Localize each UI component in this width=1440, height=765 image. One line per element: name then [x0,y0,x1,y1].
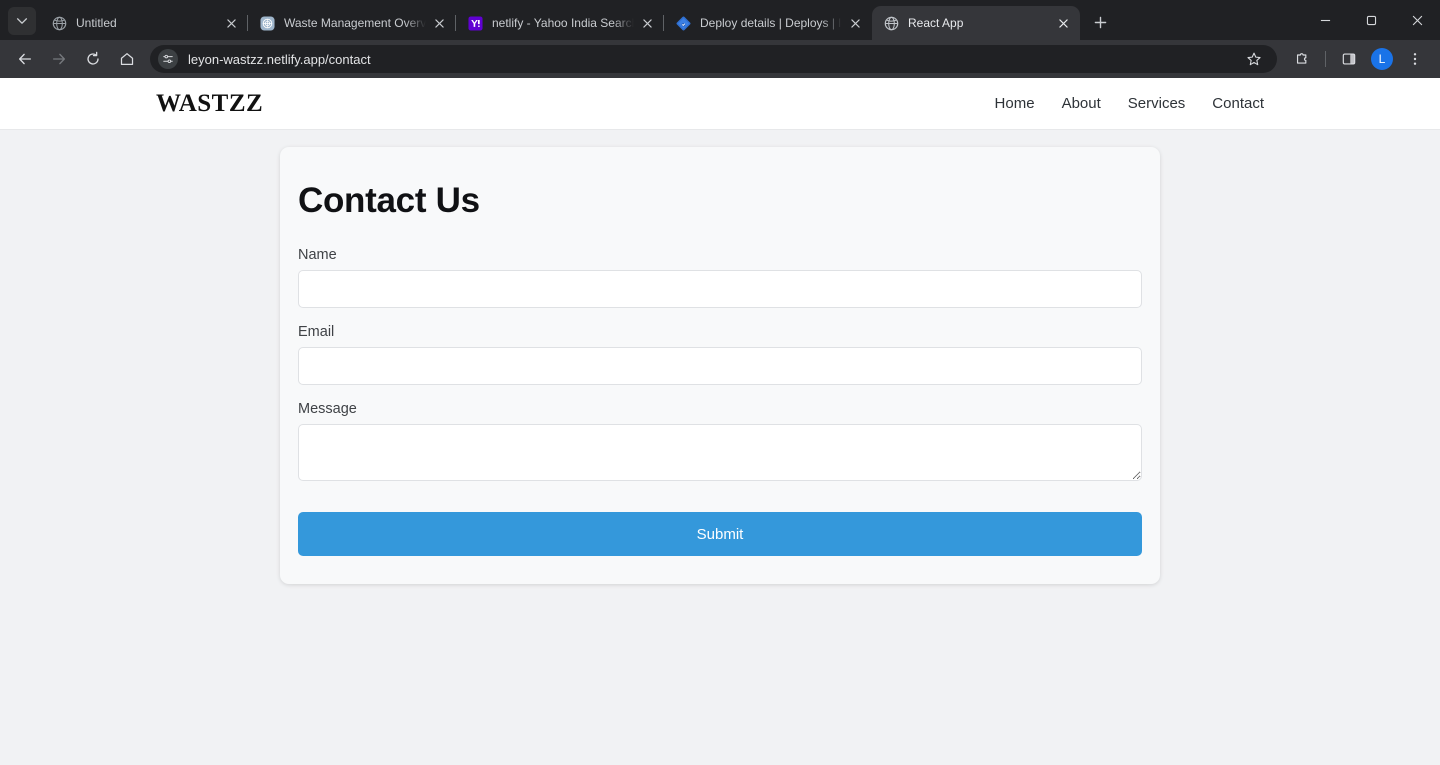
browser-menu-button[interactable] [1400,44,1430,74]
browser-toolbar: leyon-wastzz.netlify.app/contact L [0,40,1440,78]
side-panel-icon [1342,53,1356,65]
tab-title: Waste Management Overview [284,16,426,30]
name-input[interactable] [298,270,1142,308]
plus-icon [1094,16,1106,28]
window-maximize-button[interactable] [1348,4,1394,36]
tab-netlify-yahoo-search[interactable]: netlify - Yahoo India Search Res [455,6,664,40]
home-icon [120,53,134,65]
page-viewport: WASTZZ Home About Services Contact Conta… [0,78,1440,765]
submit-button[interactable]: Submit [298,512,1142,556]
back-button[interactable] [10,44,40,74]
tab-close-button[interactable] [222,14,240,32]
main-navigation: Home About Services Contact [995,95,1264,112]
new-tab-button[interactable] [1086,8,1114,36]
tab-title: Deploy details | Deploys | leyon [700,16,842,30]
toolbar-divider [1325,51,1326,67]
page-title: Contact Us [298,181,480,220]
back-arrow-icon [19,53,31,65]
three-dot-menu-icon [1413,53,1417,65]
home-button[interactable] [112,44,142,74]
globe-icon [883,15,899,31]
netlify-icon [675,15,691,31]
browser-window: Untitled Waste Management Overv netlify … [0,0,1440,765]
tab-untitled[interactable]: Untitled [40,6,248,40]
tab-react-app[interactable]: React App [872,6,1080,40]
window-minimize-button[interactable] [1302,4,1348,36]
globe-icon [51,15,67,31]
name-label: Name [298,247,337,263]
star-icon [1247,52,1261,66]
tab-strip: Untitled Waste Management Overv netlify … [0,0,1440,40]
site-header: WASTZZ Home About Services Contact [0,78,1440,130]
forward-button[interactable] [44,44,74,74]
page-content: Contact Us Name Email Message Submit [0,130,1440,584]
email-input[interactable] [298,347,1142,385]
address-bar-url: leyon-wastzz.netlify.app/contact [188,51,371,67]
chevron-down-icon [16,18,28,24]
message-label: Message [298,401,357,417]
tab-close-button[interactable] [638,14,656,32]
bookmark-button[interactable] [1239,44,1269,74]
chatgpt-icon [259,15,275,31]
yahoo-icon [467,15,483,31]
nav-link-about[interactable]: About [1062,95,1101,112]
profile-avatar[interactable]: L [1371,48,1393,70]
nav-link-contact[interactable]: Contact [1212,95,1264,112]
side-panel-button[interactable] [1334,44,1364,74]
form-field-message: Message [298,401,1142,481]
nav-link-services[interactable]: Services [1128,95,1186,112]
address-bar[interactable]: leyon-wastzz.netlify.app/contact [150,45,1277,73]
tab-deploy-details[interactable]: Deploy details | Deploys | leyon [663,6,872,40]
tune-sliders-icon[interactable] [158,49,178,69]
email-label: Email [298,324,335,340]
tab-close-button[interactable] [846,14,864,32]
puzzle-icon [1296,53,1307,64]
toolbar-actions: L [1285,44,1432,74]
reload-icon [87,51,99,65]
tab-list: Untitled Waste Management Overv netlify … [40,0,1080,40]
tab-close-button[interactable] [430,14,448,32]
tab-close-button[interactable] [1054,14,1072,32]
tab-waste-management-overview[interactable]: Waste Management Overview [247,6,456,40]
site-logo[interactable]: WASTZZ [156,90,263,118]
tab-title: React App [908,16,964,30]
contact-form: Name Email Message Submit [298,247,1142,556]
message-textarea[interactable] [298,424,1142,481]
contact-form-card: Contact Us Name Email Message Submit [280,147,1160,584]
window-close-button[interactable] [1394,4,1440,36]
forward-arrow-icon [53,53,65,65]
tab-search-button[interactable] [8,7,36,35]
tab-title: netlify - Yahoo India Search Res [492,16,634,30]
tab-title: Untitled [76,16,117,30]
nav-link-home[interactable]: Home [995,95,1035,112]
reload-button[interactable] [78,44,108,74]
form-field-email: Email [298,324,1142,385]
form-field-name: Name [298,247,1142,308]
window-controls [1302,0,1440,40]
extensions-button[interactable] [1287,44,1317,74]
